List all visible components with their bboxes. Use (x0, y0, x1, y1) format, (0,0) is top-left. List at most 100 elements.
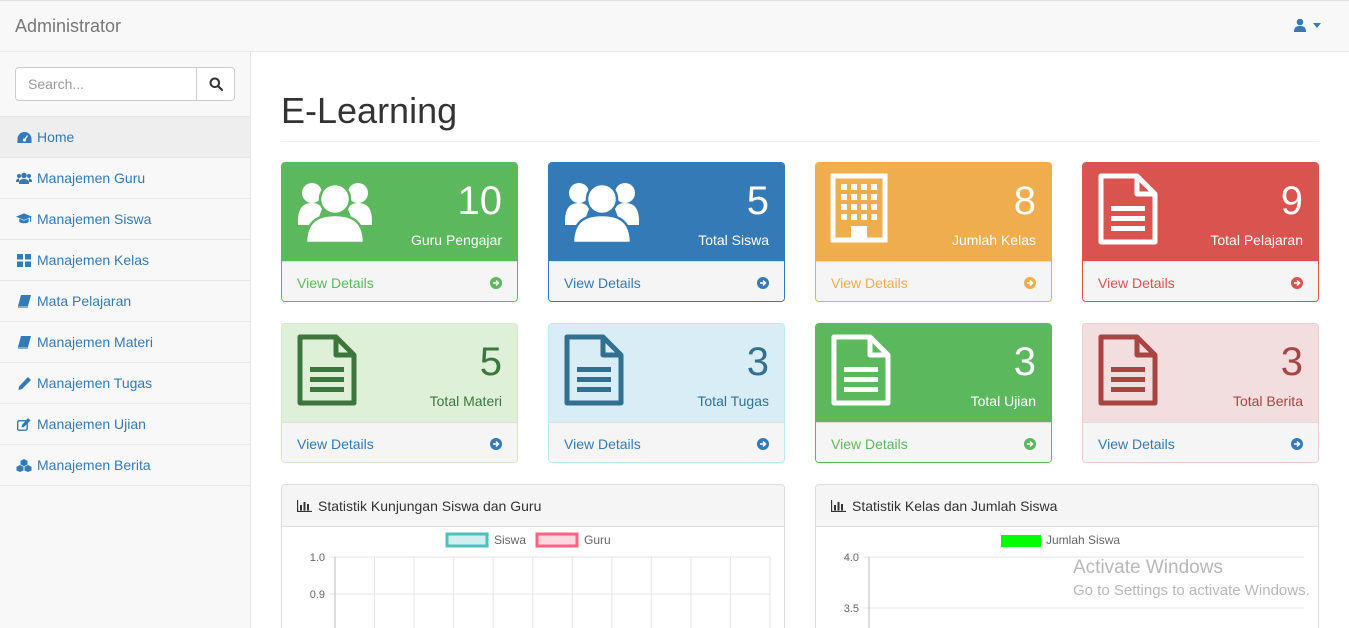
card-value: 3 (1013, 340, 1036, 384)
users-icon (16, 170, 32, 186)
chart-panel-kunjungan: Statistik Kunjungan Siswa dan Guru Siswa… (281, 484, 785, 628)
bar-chart-icon (831, 499, 846, 512)
card-value: 3 (746, 340, 769, 384)
file-text-icon (564, 334, 624, 406)
legend-swatch (535, 532, 579, 548)
view-details-label: View Details (1098, 435, 1175, 452)
users-icon (565, 182, 639, 245)
view-details-link[interactable]: View Details (549, 261, 784, 301)
sidebar: Home Manajemen Guru Manajemen Siswa Mana… (0, 52, 251, 628)
sidebar-item-materi[interactable]: Manajemen Materi (0, 322, 250, 363)
card-label: Total Ujian (970, 393, 1036, 409)
card-total-pelajaran: 9 Total Pelajaran View Details (1082, 162, 1319, 302)
sidebar-item-home[interactable]: Home (0, 117, 250, 158)
legend-swatch (1001, 535, 1041, 547)
search-icon (209, 77, 223, 91)
card-label: Total Materi (429, 393, 502, 409)
arrow-circle-right-icon (490, 437, 502, 450)
sidebar-item-label: Manajemen Guru (37, 170, 146, 186)
view-details-link[interactable]: View Details (549, 422, 784, 462)
search-button[interactable] (197, 67, 235, 101)
view-details-label: View Details (564, 274, 641, 291)
sidebar-item-label: Home (37, 129, 75, 145)
cubes-icon (16, 457, 32, 473)
class-bar-chart: Jumlah Siswa 4.0 3.5 (844, 533, 1304, 628)
sidebar-item-label: Manajemen Kelas (37, 252, 150, 268)
arrow-circle-right-icon (1024, 437, 1036, 450)
chart-panel-heading: Statistik Kelas dan Jumlah Siswa (816, 485, 1318, 527)
view-details-label: View Details (297, 274, 374, 291)
sidebar-item-guru[interactable]: Manajemen Guru (0, 158, 250, 199)
card-label: Total Siswa (698, 232, 769, 248)
view-details-link[interactable]: View Details (816, 261, 1051, 301)
legend-label: Guru (584, 533, 611, 547)
y-tick-label: 3.5 (844, 603, 859, 615)
view-details-link[interactable]: View Details (282, 422, 517, 462)
graduation-cap-icon (16, 211, 32, 227)
sidebar-item-label: Manajemen Berita (37, 457, 151, 473)
bar-chart-icon (297, 499, 312, 512)
sidebar-item-label: Manajemen Materi (37, 334, 153, 350)
search-input[interactable] (15, 67, 197, 101)
page-title: E-Learning (281, 90, 458, 131)
card-label: Jumlah Kelas (951, 232, 1036, 248)
view-details-label: View Details (831, 435, 908, 452)
sidebar-item-pelajaran[interactable]: Mata Pelajaran (0, 281, 250, 322)
arrow-circle-right-icon (1024, 276, 1036, 289)
card-total-tugas: 3 Total Tugas View Details (548, 323, 785, 463)
sidebar-item-siswa[interactable]: Manajemen Siswa (0, 199, 250, 240)
card-guru-pengajar: 10 Guru Pengajar View Details (281, 162, 518, 302)
file-text-icon (297, 334, 357, 406)
view-details-label: View Details (297, 435, 374, 452)
arrow-circle-right-icon (1291, 437, 1303, 450)
building-icon (830, 173, 888, 243)
dashboard-icon (16, 129, 32, 145)
user-icon (1294, 18, 1306, 32)
sidebar-item-label: Mata Pelajaran (37, 293, 132, 309)
sidebar-item-berita[interactable]: Manajemen Berita (0, 445, 250, 486)
arrow-circle-right-icon (757, 276, 769, 289)
arrow-circle-right-icon (757, 437, 769, 450)
view-details-label: View Details (564, 435, 641, 452)
sidebar-item-kelas[interactable]: Manajemen Kelas (0, 240, 250, 281)
card-value: 8 (1013, 179, 1036, 223)
title-divider (281, 141, 1319, 142)
arrow-circle-right-icon (1291, 276, 1303, 289)
brand-title[interactable]: Administrator (15, 16, 121, 37)
caret-down-icon (1313, 22, 1321, 28)
chart-panel-title: Statistik Kelas dan Jumlah Siswa (852, 497, 1058, 514)
card-value: 10 (457, 179, 503, 223)
card-jumlah-kelas: 8 Jumlah Kelas View Details (815, 162, 1052, 302)
edit-icon (16, 416, 32, 432)
user-menu-toggle[interactable] (1294, 18, 1321, 32)
sidebar-item-tugas[interactable]: Manajemen Tugas (0, 363, 250, 404)
view-details-label: View Details (1098, 274, 1175, 291)
card-total-siswa: 5 Total Siswa View Details (548, 162, 785, 302)
chart-panel-heading: Statistik Kunjungan Siswa dan Guru (282, 485, 784, 527)
view-details-link[interactable]: View Details (1083, 261, 1318, 301)
book-icon (16, 293, 32, 309)
sidebar-item-label: Manajemen Tugas (37, 375, 153, 391)
card-total-ujian: 3 Total Ujian View Details (815, 323, 1052, 463)
card-total-berita: 3 Total Berita View Details (1082, 323, 1319, 463)
legend-label: Siswa (494, 533, 526, 547)
card-label: Total Pelajaran (1210, 232, 1303, 248)
view-details-link[interactable]: View Details (282, 261, 517, 301)
users-icon (298, 182, 372, 245)
y-tick-label: 1.0 (310, 552, 325, 564)
card-label: Total Tugas (697, 393, 769, 409)
y-tick-label: 4.0 (844, 552, 859, 564)
card-value: 5 (746, 179, 769, 223)
chart-panel-title: Statistik Kunjungan Siswa dan Guru (318, 497, 542, 514)
view-details-link[interactable]: View Details (816, 422, 1051, 462)
grid-icon (16, 252, 32, 268)
chart-panel-kelas: Statistik Kelas dan Jumlah Siswa Jumlah … (815, 484, 1319, 628)
view-details-link[interactable]: View Details (1083, 422, 1318, 462)
sidebar-item-ujian[interactable]: Manajemen Ujian (0, 404, 250, 445)
sidebar-item-label: Manajemen Ujian (37, 416, 146, 432)
card-value: 5 (479, 340, 502, 384)
visit-line-chart: Siswa Guru 1.0 0.9 (310, 532, 771, 628)
pencil-icon (16, 375, 32, 391)
book-icon (16, 334, 32, 350)
arrow-circle-right-icon (490, 276, 502, 289)
